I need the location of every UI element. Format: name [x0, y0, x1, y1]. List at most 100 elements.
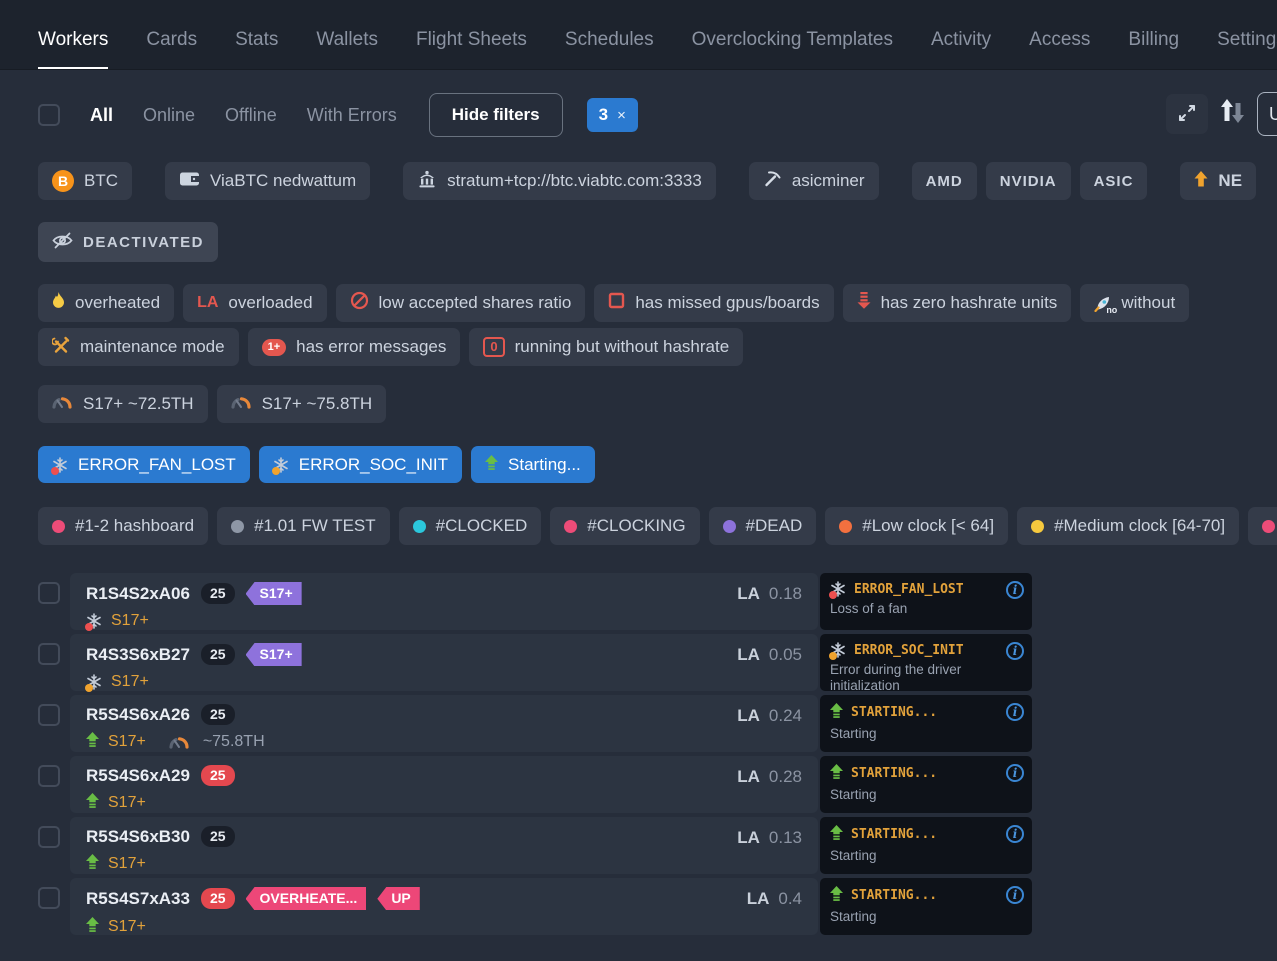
- brand-amd-chip[interactable]: AMD: [912, 162, 977, 200]
- tab-billing[interactable]: Billing: [1128, 5, 1179, 69]
- info-icon[interactable]: i: [1006, 703, 1024, 721]
- upload-green-icon: [830, 886, 843, 905]
- la-label: LA: [737, 584, 760, 604]
- brand-nvidia-chip[interactable]: NVIDIA: [986, 162, 1071, 200]
- tag-dot: [1262, 520, 1275, 533]
- view-online[interactable]: Online: [143, 105, 195, 126]
- has-error-messages-chip[interactable]: 1+ has error messages: [248, 328, 461, 366]
- worker-checkbox[interactable]: [38, 704, 60, 726]
- worker-card[interactable]: R5S4S6xB30 25 LA 0.13 S17+: [70, 817, 818, 874]
- status-description: Starting: [830, 848, 1022, 864]
- hide-filters-button[interactable]: Hide filters: [429, 93, 563, 137]
- active-filter-count-badge[interactable]: 3 ×: [587, 98, 638, 132]
- worker-card[interactable]: R1S4S2xA06 25 S17+ LA 0.18 S17+: [70, 573, 818, 630]
- info-icon[interactable]: i: [1006, 581, 1024, 599]
- worker-status-card[interactable]: ERROR_SOC_INIT Error during the driver i…: [820, 634, 1032, 691]
- tag-chip[interactable]: #Low clock [< 64]: [825, 507, 1008, 545]
- active-filter-error-soc-init[interactable]: ERROR_SOC_INIT: [259, 446, 462, 483]
- worker-list: R1S4S2xA06 25 S17+ LA 0.18 S17+: [0, 573, 1277, 935]
- coin-filter-chip[interactable]: B BTC: [38, 162, 132, 200]
- zero-hashrate-units-chip[interactable]: has zero hashrate units: [843, 284, 1072, 322]
- hashrate-chip-2[interactable]: S17+ ~75.8TH: [217, 385, 387, 423]
- view-all[interactable]: All: [90, 105, 113, 126]
- tag-chip[interactable]: #1-2 hashboard: [38, 507, 208, 545]
- tab-stats[interactable]: Stats: [235, 5, 278, 69]
- freeze-red-icon: [52, 457, 68, 473]
- worker-card[interactable]: R5S4S7xA33 25 OVERHEATE... UP LA 0.4 S17…: [70, 878, 818, 935]
- worker-status-card[interactable]: ERROR_FAN_LOST Loss of a fan i: [820, 573, 1032, 630]
- tag-dot: [723, 520, 736, 533]
- worker-status-card[interactable]: STARTING... Starting i: [820, 878, 1032, 935]
- tab-workers[interactable]: Workers: [38, 5, 108, 69]
- view-offline[interactable]: Offline: [225, 105, 277, 126]
- overheated-chip[interactable]: overheated: [38, 284, 174, 322]
- worker-checkbox[interactable]: [38, 643, 60, 665]
- tag-chip[interactable]: #DEAD: [709, 507, 817, 545]
- info-icon[interactable]: i: [1006, 886, 1024, 904]
- tag-chip[interactable]: #CLOCKING: [550, 507, 699, 545]
- wallet-filter-chip[interactable]: ViaBTC nedwattum: [165, 162, 370, 200]
- info-icon[interactable]: i: [1006, 825, 1024, 843]
- worker-checkbox[interactable]: [38, 826, 60, 848]
- status-description: Starting: [830, 726, 1022, 742]
- tab-cards[interactable]: Cards: [146, 5, 197, 69]
- maintenance-mode-chip[interactable]: maintenance mode: [38, 328, 239, 366]
- view-with-errors[interactable]: With Errors: [307, 105, 397, 126]
- tab-access[interactable]: Access: [1029, 5, 1090, 69]
- worker-checkbox[interactable]: [38, 765, 60, 787]
- status-code: STARTING...: [851, 766, 937, 781]
- sort-button[interactable]: [1219, 98, 1246, 127]
- edge-truncated-chip[interactable]: NE: [1180, 162, 1256, 200]
- tag-chip[interactable]: #Medium clock [64-70]: [1017, 507, 1239, 545]
- expand-button[interactable]: [1166, 94, 1208, 134]
- status-description: Loss of a fan: [830, 601, 1022, 617]
- worker-checkbox[interactable]: [38, 887, 60, 909]
- tag-label: #1.01 FW TEST: [254, 516, 376, 536]
- active-filter-error-fan-lost[interactable]: ERROR_FAN_LOST: [38, 446, 250, 483]
- worker-card[interactable]: R4S3S6xB27 25 S17+ LA 0.05 S17+: [70, 634, 818, 691]
- problem-filters-row-2: maintenance mode 1+ has error messages 0…: [38, 328, 1277, 366]
- worker-card[interactable]: R5S4S6xA26 25 LA 0.24 S17+ ~75.8TH: [70, 695, 818, 752]
- without-hashrate-chip[interactable]: no without: [1080, 284, 1189, 322]
- upload-green-icon: [86, 793, 99, 813]
- active-filter-label: ERROR_SOC_INIT: [299, 455, 448, 475]
- rocket-no-icon: no: [1094, 295, 1111, 312]
- select-all-checkbox[interactable]: [38, 104, 60, 126]
- tag-dot: [231, 520, 244, 533]
- info-icon[interactable]: i: [1006, 764, 1024, 782]
- worker-name: R5S4S7xA33: [86, 889, 190, 909]
- deactivated-filter-chip[interactable]: DEACTIVATED: [38, 222, 218, 262]
- tag-chip[interactable]: [1248, 507, 1277, 545]
- tab-overclocking-templates[interactable]: Overclocking Templates: [692, 5, 893, 69]
- overloaded-chip[interactable]: LA overloaded: [183, 284, 326, 322]
- miner-filter-chip[interactable]: asicminer: [749, 162, 879, 200]
- tag-chip[interactable]: #1.01 FW TEST: [217, 507, 390, 545]
- la-icon: LA: [197, 294, 218, 312]
- tab-wallets[interactable]: Wallets: [316, 5, 378, 69]
- tab-activity[interactable]: Activity: [931, 5, 991, 69]
- active-filter-label: Starting...: [508, 455, 581, 475]
- app: Workers Cards Stats Wallets Flight Sheet…: [0, 0, 1277, 961]
- pool-filter-chip[interactable]: stratum+tcp://btc.viabtc.com:3333: [403, 162, 716, 200]
- worker-row: R1S4S2xA06 25 S17+ LA 0.18 S17+: [38, 573, 1277, 630]
- worker-status-card[interactable]: STARTING... Starting i: [820, 695, 1032, 752]
- pool-icon: [417, 170, 437, 193]
- tab-schedules[interactable]: Schedules: [565, 5, 654, 69]
- running-without-hashrate-chip[interactable]: 0 running but without hashrate: [469, 328, 743, 366]
- low-shares-chip[interactable]: low accepted shares ratio: [336, 284, 586, 322]
- tab-flight-sheets[interactable]: Flight Sheets: [416, 5, 527, 69]
- worker-checkbox[interactable]: [38, 582, 60, 604]
- hashrate-chip-1[interactable]: S17+ ~72.5TH: [38, 385, 208, 423]
- upload-green-icon: [86, 917, 99, 937]
- clear-filters-icon[interactable]: ×: [617, 107, 626, 124]
- info-icon[interactable]: i: [1006, 642, 1024, 660]
- tab-settings[interactable]: Settings: [1217, 5, 1277, 69]
- worker-card[interactable]: R5S4S6xA29 25 LA 0.28 S17+: [70, 756, 818, 813]
- brand-asic-chip[interactable]: ASIC: [1080, 162, 1148, 200]
- edge-truncated-button[interactable]: U: [1257, 92, 1277, 136]
- worker-status-card[interactable]: STARTING... Starting i: [820, 817, 1032, 874]
- tag-chip[interactable]: #CLOCKED: [399, 507, 542, 545]
- worker-status-card[interactable]: STARTING... Starting i: [820, 756, 1032, 813]
- missed-boards-chip[interactable]: has missed gpus/boards: [594, 284, 833, 322]
- active-filter-starting[interactable]: Starting...: [471, 446, 595, 483]
